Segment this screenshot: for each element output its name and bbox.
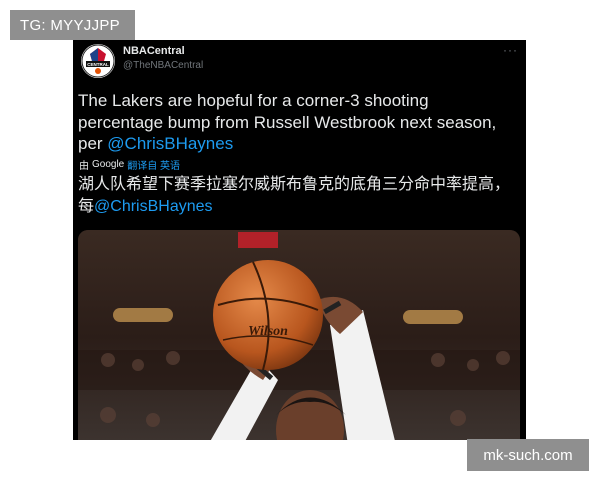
mention-link[interactable]: @ChrisBHaynes <box>107 134 233 153</box>
tweet-text: The Lakers are hopeful for a corner-3 sh… <box>78 90 518 155</box>
avatar[interactable]: CENTRAL <box>81 44 115 78</box>
tweet-card[interactable]: CENTRAL NBACentral @TheNBACentral ··· Th… <box>73 40 526 440</box>
google-logo: Google <box>92 159 125 170</box>
tweet-photo[interactable]: Wilson <box>78 230 520 440</box>
translated-text: 湖人队希望下赛季拉塞尔威斯布鲁克的底角三分命中率提高，每@ChrisBHayne… <box>78 174 518 218</box>
watermark-label: mk-such.com <box>467 439 589 471</box>
nba-central-logo-icon: CENTRAL <box>81 44 115 78</box>
translation-attribution: 由 Google 翻译自 英语 <box>79 157 180 172</box>
more-options-icon[interactable]: ··· <box>503 43 518 57</box>
handle[interactable]: @TheNBACentral <box>123 60 203 71</box>
westbrook-shooting-photo: Wilson <box>78 230 520 440</box>
display-name[interactable]: NBACentral <box>123 45 185 57</box>
avatar-logo-text: CENTRAL <box>87 62 109 67</box>
translated-mention-link[interactable]: @ChrisBHaynes <box>94 198 213 215</box>
translate-source-link[interactable]: 翻译自 英语 <box>127 157 180 172</box>
translate-prefix: 由 <box>79 161 89 172</box>
ball-logo-text: Wilson <box>248 324 288 339</box>
tg-tag-label: TG: MYYJJPP <box>10 10 135 40</box>
